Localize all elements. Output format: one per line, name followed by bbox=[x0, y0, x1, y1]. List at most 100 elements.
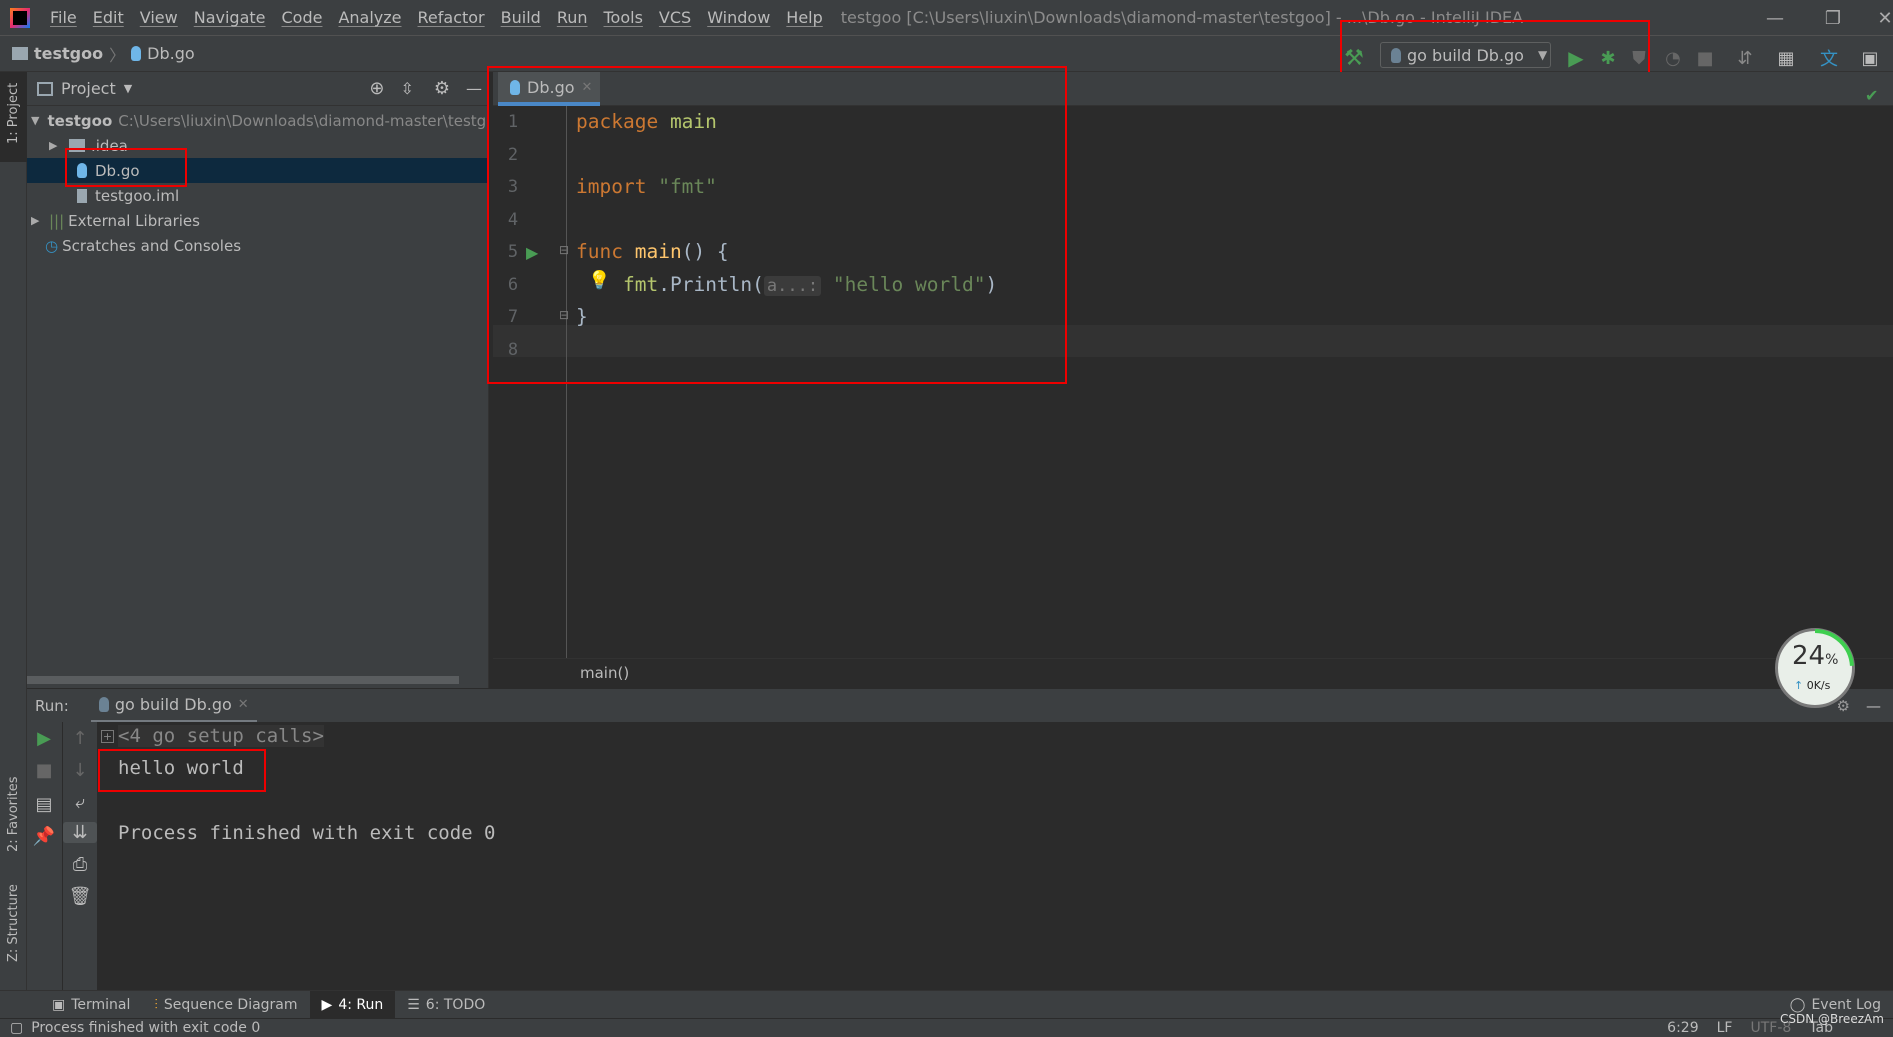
line-separator[interactable]: LF bbox=[1717, 1020, 1733, 1036]
tool-todo[interactable]: ☰ 6: TODO bbox=[395, 991, 497, 1019]
menu-build[interactable]: Build bbox=[493, 8, 549, 27]
gauge-speed-value: 0K/s bbox=[1806, 679, 1831, 692]
lightbulb-icon[interactable]: 💡 bbox=[588, 270, 610, 291]
chevron-down-icon[interactable]: ▼ bbox=[124, 82, 132, 95]
project-view-dropdown[interactable]: Project bbox=[61, 79, 116, 98]
code-line-1: package main bbox=[576, 110, 717, 133]
run-gutter-icon[interactable]: ▶ bbox=[526, 243, 538, 262]
line-number: 6 bbox=[507, 275, 519, 295]
expand-arrow-icon[interactable]: ▶ bbox=[31, 214, 45, 227]
breadcrumb-main[interactable]: main() bbox=[580, 664, 629, 682]
menu-tools[interactable]: Tools bbox=[596, 8, 651, 27]
tree-item-db-go[interactable]: Db.go bbox=[27, 158, 489, 183]
gear-icon[interactable]: ⚙ bbox=[434, 78, 450, 99]
tree-item-iml[interactable]: testgoo.iml bbox=[27, 183, 489, 208]
close-window-button[interactable]: ✕ bbox=[1860, 0, 1893, 36]
close-tab-icon[interactable]: ✕ bbox=[582, 80, 593, 95]
close-tab-icon[interactable]: ✕ bbox=[238, 697, 249, 712]
project-structure-icon[interactable]: ▦ bbox=[1772, 44, 1800, 72]
network-speed-gauge: 24% ↑ 0K/s bbox=[1775, 628, 1855, 708]
expand-arrow-icon[interactable]: ▶ bbox=[49, 139, 63, 152]
intellij-logo-icon bbox=[10, 7, 30, 28]
run-tab-go-build[interactable]: go build Db.go ✕ bbox=[90, 689, 257, 723]
minimize-button[interactable]: — bbox=[1750, 0, 1800, 36]
stop-icon[interactable]: ■ bbox=[1691, 44, 1719, 72]
tree-label: .idea bbox=[91, 136, 128, 155]
translate-icon[interactable]: 文 bbox=[1815, 44, 1843, 72]
tree-item-scratches[interactable]: ◷ Scratches and Consoles bbox=[27, 233, 489, 258]
breadcrumb-project-label: testgoo bbox=[34, 44, 104, 63]
tab-db-go[interactable]: Db.go ✕ bbox=[498, 72, 600, 106]
favorites-tool-label[interactable]: 2: Favorites bbox=[6, 776, 21, 852]
menu-window[interactable]: Window bbox=[699, 8, 778, 27]
presentation-icon[interactable]: ▣ bbox=[1856, 44, 1884, 72]
rerun-icon[interactable]: ▶ bbox=[27, 728, 61, 749]
iml-file-icon bbox=[77, 188, 87, 203]
console-folded-calls[interactable]: <4 go setup calls> bbox=[118, 725, 324, 747]
coverage-icon[interactable]: ⛊ bbox=[1625, 44, 1653, 72]
breadcrumb-file[interactable]: Db.go bbox=[131, 44, 195, 63]
tool-terminal[interactable]: ▣ Terminal bbox=[40, 991, 142, 1019]
arrow-up-icon[interactable]: ↑ bbox=[63, 728, 97, 749]
tool-window-strip: ▣ Terminal ⫶ Sequence Diagram ▶ 4: Run ☰ 6: … bbox=[0, 990, 1893, 1019]
panel-toggle-icon[interactable]: ▢ bbox=[10, 1020, 23, 1036]
expand-arrow-icon[interactable]: ▼ bbox=[31, 114, 39, 127]
hide-panel-icon[interactable]: — bbox=[1866, 697, 1881, 715]
profile-icon[interactable]: ◔ bbox=[1659, 44, 1687, 72]
project-tool-label[interactable]: 1: Project bbox=[6, 83, 21, 144]
function-name: main bbox=[634, 240, 682, 263]
menu-navigate[interactable]: Navigate bbox=[186, 8, 274, 27]
tree-item-testgoo[interactable]: ▼ testgoo C:\Users\liuxin\Downloads\diamon… bbox=[27, 108, 489, 133]
code-editor[interactable]: Db.go ✕ ✔ 1 2 3 4 5 6 7 8 ▶ ⊟ ⊟ 💡 package… bbox=[493, 72, 1893, 688]
build-hammer-icon[interactable]: ⚒ bbox=[1340, 44, 1368, 72]
scroll-to-end-icon[interactable]: ⇊ bbox=[63, 822, 97, 843]
horizontal-scrollbar[interactable] bbox=[27, 676, 459, 684]
tree-item-external-libraries[interactable]: ▶ ||| External Libraries bbox=[27, 208, 489, 233]
tool-sequence-diagram[interactable]: ⫶ Sequence Diagram bbox=[142, 991, 309, 1019]
run-configuration-dropdown[interactable]: go build Db.go ▼ bbox=[1380, 42, 1551, 68]
caret-position[interactable]: 6:29 bbox=[1667, 1020, 1698, 1036]
menu-file[interactable]: File bbox=[42, 8, 85, 27]
debug-bug-icon[interactable]: ✱ bbox=[1594, 44, 1622, 72]
breadcrumb-project[interactable]: testgoo bbox=[12, 44, 103, 63]
tool-run[interactable]: ▶ 4: Run bbox=[309, 990, 396, 1019]
sequence-diagram-icon: ⫶ bbox=[154, 996, 158, 1013]
fold-icon[interactable]: ⊟ bbox=[559, 243, 569, 257]
tool-label: 4: Run bbox=[338, 996, 384, 1013]
print-icon[interactable]: ⎙ bbox=[63, 854, 97, 875]
vcs-update-icon[interactable]: ⇵ bbox=[1731, 44, 1759, 72]
run-label: Run: bbox=[35, 696, 69, 715]
arrow-down-icon[interactable]: ↓ bbox=[63, 760, 97, 781]
expand-icon[interactable]: + bbox=[101, 730, 114, 743]
tree-item-idea[interactable]: ▶ .idea bbox=[27, 133, 489, 158]
menu-view[interactable]: View bbox=[132, 8, 186, 27]
locate-file-icon[interactable]: ⊕ bbox=[369, 78, 384, 99]
package-ref: fmt bbox=[623, 273, 659, 296]
menu-refactor[interactable]: Refactor bbox=[410, 8, 493, 27]
trash-icon[interactable]: 🗑 bbox=[63, 886, 97, 907]
libraries-icon: ||| bbox=[49, 211, 65, 230]
structure-tool-label[interactable]: Z: Structure bbox=[6, 884, 21, 962]
code-line-5: func main() { bbox=[576, 240, 729, 263]
hide-panel-icon[interactable]: — bbox=[466, 79, 482, 98]
tab-label: Db.go bbox=[527, 77, 575, 97]
stop-icon[interactable]: ■ bbox=[27, 760, 61, 781]
soft-wrap-icon[interactable]: ⤶ bbox=[63, 792, 97, 813]
menu-vcs[interactable]: VCS bbox=[651, 8, 699, 27]
upload-arrow-icon: ↑ bbox=[1794, 679, 1804, 692]
menu-run[interactable]: Run bbox=[549, 8, 596, 27]
project-panel-header: Project ▼ ⊕ ⇳ ⚙ — bbox=[27, 72, 488, 106]
menu-help[interactable]: Help bbox=[778, 8, 830, 27]
collapse-all-icon[interactable]: ⇳ bbox=[400, 79, 413, 98]
menu-edit[interactable]: Edit bbox=[85, 8, 132, 27]
layout-icon[interactable]: ▤ bbox=[27, 794, 61, 815]
fold-icon[interactable]: ⊟ bbox=[559, 308, 569, 322]
menu-code[interactable]: Code bbox=[274, 8, 331, 27]
menu-analyze[interactable]: Analyze bbox=[330, 8, 409, 27]
restore-button[interactable]: ❐ bbox=[1808, 0, 1858, 36]
console-toolbar: ↑ ↓ ⤶ ⇊ ⎙ 🗑 bbox=[63, 722, 97, 990]
tree-label: testgoo.iml bbox=[95, 186, 180, 205]
run-icon[interactable]: ▶ bbox=[1562, 44, 1590, 72]
pin-icon[interactable]: 📌 bbox=[27, 826, 61, 847]
tree-path: C:\Users\liuxin\Downloads\diamond-master… bbox=[118, 111, 489, 130]
